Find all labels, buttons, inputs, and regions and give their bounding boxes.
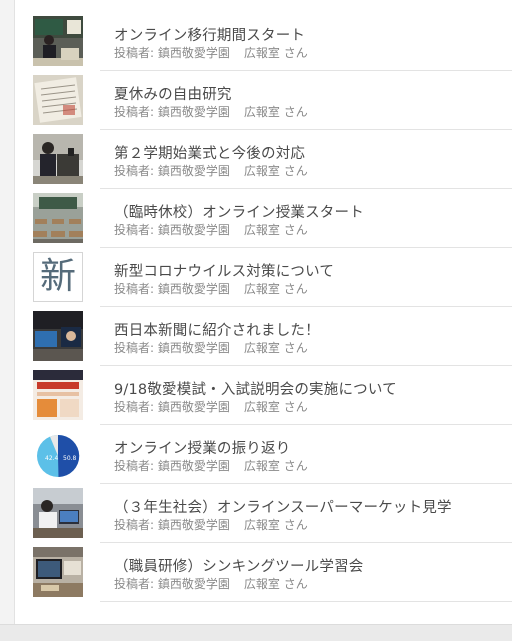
- author-name[interactable]: 鎮西敬愛学園: [158, 341, 230, 355]
- post-author: 投稿者: 鎮西敬愛学園 広報室 さん: [114, 457, 308, 474]
- post-item-9[interactable]: （３年生社会）オンラインスーパーマーケット見学 投稿者: 鎮西敬愛学園 広報室 さ…: [33, 484, 512, 543]
- thumbnail-tablet-training-photo[interactable]: [33, 547, 83, 597]
- author-dept: 広報室 さん: [243, 223, 308, 237]
- author-dept: 広報室 さん: [243, 282, 308, 296]
- post-title[interactable]: （職員研修）シンキングツール学習会: [114, 555, 509, 576]
- post-item-8[interactable]: 42.4 50.8 オンライン授業の振り返り 投稿者: 鎮西敬愛学園 広報室 さん: [33, 425, 512, 484]
- post-author: 投稿者: 鎮西敬愛学園 広報室 さん: [114, 44, 308, 61]
- author-name[interactable]: 鎮西敬愛学園: [158, 105, 230, 119]
- post-title[interactable]: 夏休みの自由研究: [114, 83, 509, 104]
- post-title[interactable]: 9/18敬愛模試・入試説明会の実施について: [114, 378, 509, 399]
- author-name[interactable]: 鎮西敬愛学園: [158, 223, 230, 237]
- author-name[interactable]: 鎮西敬愛学園: [158, 164, 230, 178]
- post-list: オンライン移行期間スタート 投稿者: 鎮西敬愛学園 広報室 さん 夏休みの自由研究…: [15, 12, 512, 602]
- author-prefix: 投稿者:: [114, 518, 155, 532]
- post-list-panel: オンライン移行期間スタート 投稿者: 鎮西敬愛学園 広報室 さん 夏休みの自由研究…: [14, 0, 512, 624]
- author-prefix: 投稿者:: [114, 164, 155, 178]
- post-author: 投稿者: 鎮西敬愛学園 広報室 さん: [114, 339, 308, 356]
- post-title[interactable]: （臨時休校）オンライン授業スタート: [114, 201, 509, 222]
- post-author: 投稿者: 鎮西敬愛学園 広報室 さん: [114, 575, 308, 592]
- author-name[interactable]: 鎮西敬愛学園: [158, 282, 230, 296]
- pie-value-right: 50.8: [63, 455, 77, 462]
- post-author: 投稿者: 鎮西敬愛学園 広報室 さん: [114, 103, 308, 120]
- post-item-4[interactable]: （臨時休校）オンライン授業スタート 投稿者: 鎮西敬愛学園 広報室 さん: [33, 189, 512, 248]
- author-dept: 広報室 さん: [243, 105, 308, 119]
- author-prefix: 投稿者:: [114, 223, 155, 237]
- author-name[interactable]: 鎮西敬愛学園: [158, 400, 230, 414]
- thumbnail-students-laptops-photo[interactable]: [33, 488, 83, 538]
- author-dept: 広報室 さん: [243, 164, 308, 178]
- thumbnail-kanji-new-icon[interactable]: 新: [33, 252, 83, 302]
- author-prefix: 投稿者:: [114, 105, 155, 119]
- post-item-3[interactable]: 第２学期始業式と今後の対応 投稿者: 鎮西敬愛学園 広報室 さん: [33, 130, 512, 189]
- thumbnail-empty-classroom-photo[interactable]: [33, 193, 83, 243]
- pie-value-left: 42.4: [45, 455, 59, 462]
- author-dept: 広報室 さん: [243, 400, 308, 414]
- post-title[interactable]: オンライン移行期間スタート: [114, 24, 509, 45]
- post-author: 投稿者: 鎮西敬愛学園 広報室 さん: [114, 516, 308, 533]
- post-item-2[interactable]: 夏休みの自由研究 投稿者: 鎮西敬愛学園 広報室 さん: [33, 71, 512, 130]
- post-item-5[interactable]: 新 新型コロナウイルス対策について 投稿者: 鎮西敬愛学園 広報室 さん: [33, 248, 512, 307]
- author-dept: 広報室 さん: [243, 518, 308, 532]
- post-author: 投稿者: 鎮西敬愛学園 広報室 さん: [114, 162, 308, 179]
- author-dept: 広報室 さん: [243, 577, 308, 591]
- kanji-new-text: 新: [39, 256, 76, 297]
- thumbnail-notebook-photo[interactable]: [33, 75, 83, 125]
- author-prefix: 投稿者:: [114, 459, 155, 473]
- post-title[interactable]: 新型コロナウイルス対策について: [114, 260, 509, 281]
- thumbnail-pie-chart[interactable]: 42.4 50.8: [33, 429, 83, 479]
- thumbnail-screen-lecture-photo[interactable]: [33, 311, 83, 361]
- author-prefix: 投稿者:: [114, 341, 155, 355]
- author-name[interactable]: 鎮西敬愛学園: [158, 459, 230, 473]
- author-prefix: 投稿者:: [114, 400, 155, 414]
- author-prefix: 投稿者:: [114, 46, 155, 60]
- post-title[interactable]: 西日本新聞に紹介されました！: [114, 319, 509, 340]
- author-name[interactable]: 鎮西敬愛学園: [158, 577, 230, 591]
- post-title[interactable]: オンライン授業の振り返り: [114, 437, 509, 458]
- post-title[interactable]: 第２学期始業式と今後の対応: [114, 142, 509, 163]
- author-name[interactable]: 鎮西敬愛学園: [158, 518, 230, 532]
- author-name[interactable]: 鎮西敬愛学園: [158, 46, 230, 60]
- thumbnail-speaker-podium-photo[interactable]: [33, 134, 83, 184]
- author-dept: 広報室 さん: [243, 46, 308, 60]
- post-author: 投稿者: 鎮西敬愛学園 広報室 さん: [114, 280, 308, 297]
- author-prefix: 投稿者:: [114, 577, 155, 591]
- post-item-10[interactable]: （職員研修）シンキングツール学習会 投稿者: 鎮西敬愛学園 広報室 さん: [33, 543, 512, 602]
- post-item-6[interactable]: 西日本新聞に紹介されました！ 投稿者: 鎮西敬愛学園 広報室 さん: [33, 307, 512, 366]
- post-author: 投稿者: 鎮西敬愛学園 広報室 さん: [114, 221, 308, 238]
- post-author: 投稿者: 鎮西敬愛学園 広報室 さん: [114, 398, 308, 415]
- author-prefix: 投稿者:: [114, 282, 155, 296]
- thumbnail-classroom-teacher-photo[interactable]: [33, 16, 83, 66]
- thumbnail-flyer-photo[interactable]: [33, 370, 83, 420]
- author-dept: 広報室 さん: [243, 341, 308, 355]
- author-dept: 広報室 さん: [243, 459, 308, 473]
- post-item-1[interactable]: オンライン移行期間スタート 投稿者: 鎮西敬愛学園 広報室 さん: [33, 12, 512, 71]
- post-title[interactable]: （３年生社会）オンラインスーパーマーケット見学: [114, 496, 509, 517]
- page-footer-edge: [0, 624, 512, 641]
- post-item-7[interactable]: 9/18敬愛模試・入試説明会の実施について 投稿者: 鎮西敬愛学園 広報室 さん: [33, 366, 512, 425]
